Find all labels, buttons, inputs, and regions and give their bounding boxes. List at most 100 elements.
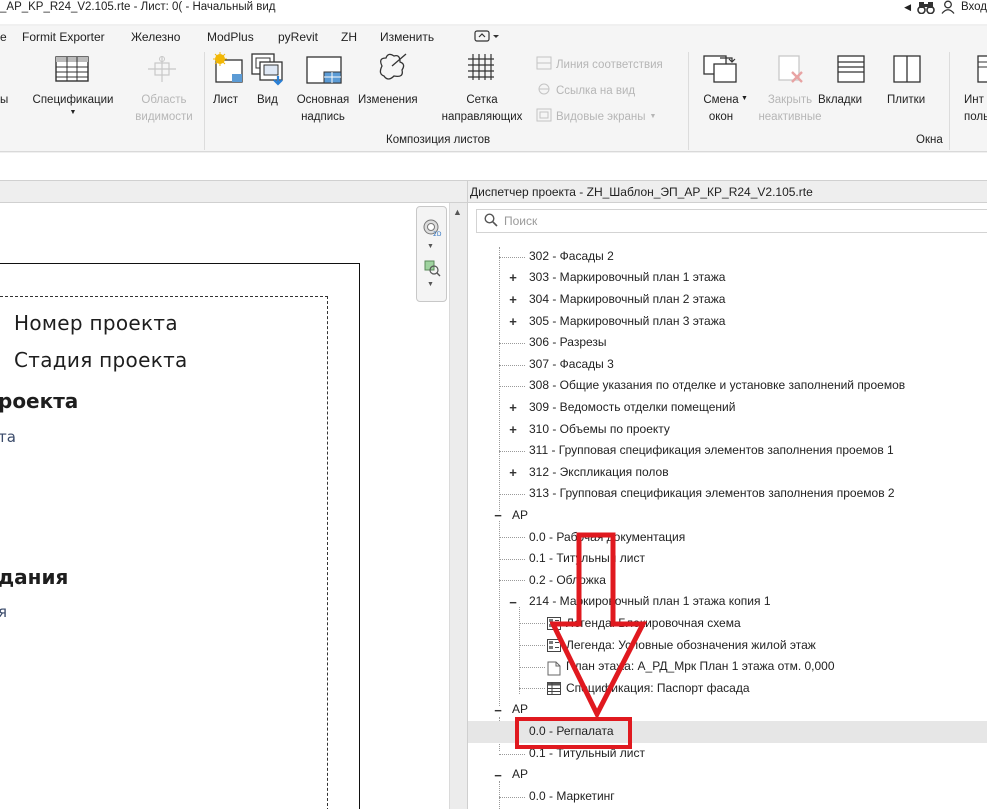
- new-sheet-button[interactable]: Лист: [213, 92, 238, 109]
- tree-guide: [519, 667, 545, 668]
- guide-grid-icon: [466, 52, 496, 85]
- collapse-minus-icon[interactable]: −: [493, 704, 503, 718]
- tree-guide: [499, 754, 525, 755]
- switch-windows-icon: [702, 54, 738, 87]
- sheet-icon: [212, 52, 246, 87]
- dropdown-arrow-icon: ▼: [649, 113, 657, 120]
- window-title: _AP_KP_R24_V2.105.rte - Лист: 0( - Начал…: [0, 1, 276, 13]
- tree-item-sheet[interactable]: 0.0 - Маркетинг: [529, 786, 615, 808]
- panel-toggle-icon[interactable]: [474, 29, 502, 46]
- matchline-icon: [536, 56, 552, 73]
- revisions-button[interactable]: Изменения: [358, 92, 418, 109]
- tree-guide: [499, 257, 525, 258]
- project-browser-title: Диспетчер проекта - ZH_Шаблон_ЭП_АР_КР_R…: [468, 181, 987, 203]
- schedule-table-icon: [55, 56, 89, 85]
- navigation-bar[interactable]: 2D ▼ ▼: [416, 206, 447, 302]
- place-view-icon: [250, 52, 286, 89]
- viewports-button[interactable]: Видовые экраны ▼: [536, 108, 656, 125]
- expand-plus-icon[interactable]: +: [508, 423, 518, 437]
- drawing-text-fragment: та: [0, 428, 16, 446]
- annotation-arrow-icon: [550, 532, 648, 718]
- tab-views-button[interactable]: Вкладки: [818, 92, 862, 109]
- tab-partial[interactable]: е: [0, 30, 7, 44]
- dropdown-arrow-icon[interactable]: ▼: [427, 281, 434, 288]
- vertical-scrollbar[interactable]: ▲: [449, 203, 467, 809]
- partial-button[interactable]: ы: [0, 92, 8, 109]
- tab-zh[interactable]: ZH: [341, 30, 357, 44]
- drawing-text-fragment: я: [0, 603, 8, 621]
- ribbon-panel: ы Спецификации ▼ Область видимости Лист …: [0, 48, 987, 152]
- tree-item-sheet[interactable]: 311 - Групповая спецификация элементов з…: [529, 440, 894, 462]
- expand-plus-icon[interactable]: +: [508, 315, 518, 329]
- tab-pyrevit[interactable]: pyRevit: [278, 30, 318, 44]
- tab-modify[interactable]: Изменить: [380, 30, 434, 44]
- switch-windows-button[interactable]: Смена окон: [700, 92, 742, 126]
- view-tab-strip: [0, 181, 467, 203]
- collapse-minus-icon[interactable]: −: [493, 769, 503, 783]
- tree-item-sheet[interactable]: 309 - Ведомость отделки помещений: [529, 397, 735, 419]
- collapse-minus-icon[interactable]: −: [493, 509, 503, 523]
- scroll-up-icon[interactable]: ▲: [453, 207, 462, 217]
- separator: [949, 52, 950, 150]
- group-label-windows: Окна: [916, 134, 943, 146]
- scope-box-button[interactable]: Область видимости: [130, 92, 198, 126]
- close-inactive-button[interactable]: Закрыть неактивные: [753, 92, 827, 126]
- tree-guide: [519, 645, 545, 646]
- zoom-icon[interactable]: [423, 259, 441, 280]
- close-inactive-icon: [776, 54, 806, 87]
- guide-grid-button[interactable]: Сетка направляющих: [435, 92, 529, 126]
- tab-formit-exporter[interactable]: Formit Exporter: [22, 30, 105, 44]
- svg-text:2D: 2D: [433, 231, 442, 238]
- signin-link[interactable]: Вход: [961, 1, 987, 13]
- schedules-button[interactable]: Спецификации ▼: [26, 92, 120, 117]
- tile-views-button[interactable]: Плитки: [887, 92, 925, 109]
- drawing-area[interactable]: ▲ Номер проекта Стадия проекта роекта та…: [0, 181, 467, 809]
- binoculars-icon[interactable]: [917, 1, 935, 14]
- tab-modplus[interactable]: ModPlus: [207, 30, 254, 44]
- tree-guide: [499, 451, 525, 452]
- tree-guide: [499, 386, 525, 387]
- title-block-icon: [306, 56, 342, 87]
- tab-views-icon: [836, 54, 866, 87]
- tree-guide: [519, 607, 520, 694]
- user-icon[interactable]: [941, 0, 955, 14]
- tree-item-sheet[interactable]: 310 - Объемы по проекту: [529, 419, 670, 441]
- tree-item-sheet[interactable]: 306 - Разрезы: [529, 332, 607, 354]
- back-arrow-icon[interactable]: ◀: [904, 2, 911, 13]
- place-view-button[interactable]: Вид: [257, 92, 278, 109]
- expand-plus-icon[interactable]: +: [508, 466, 518, 480]
- view-reference-button[interactable]: Ссылка на вид: [536, 82, 635, 99]
- tree-item-sheet[interactable]: 308 - Общие указания по отделке и устано…: [529, 375, 905, 397]
- tree-item-sheet[interactable]: 305 - Маркировочный план 3 этажа: [529, 311, 725, 333]
- ribbon-tabs: е Formit Exporter Железно ModPlus pyRevi…: [0, 26, 987, 48]
- tree-item-sheet[interactable]: 302 - Фасады 2: [529, 246, 614, 268]
- expand-plus-icon[interactable]: +: [508, 401, 518, 415]
- project-number-label: Номер проекта: [14, 311, 178, 335]
- tree-guide: [499, 537, 525, 538]
- tree-group-ar[interactable]: АР: [512, 505, 528, 527]
- tree-item-sheet[interactable]: 307 - Фасады 3: [529, 354, 614, 376]
- tree-item-sheet[interactable]: 303 - Маркировочный план 1 этажа: [529, 267, 725, 289]
- tree-guide: [499, 521, 500, 706]
- tab-zhelezno[interactable]: Железно: [131, 30, 180, 44]
- collapse-minus-icon[interactable]: −: [508, 596, 518, 610]
- user-interface-button[interactable]: Инт поль: [964, 92, 987, 126]
- title-block-button[interactable]: Основная надпись: [292, 92, 354, 126]
- tree-guide: [499, 494, 525, 495]
- expand-plus-icon[interactable]: +: [508, 293, 518, 307]
- matchline-button[interactable]: Линия соответствия: [536, 56, 663, 73]
- tree-item-sheet[interactable]: 312 - Экспликация полов: [529, 462, 669, 484]
- revisions-icon: [376, 52, 410, 87]
- expand-plus-icon[interactable]: +: [508, 271, 518, 285]
- tree-item-sheet[interactable]: 304 - Маркировочный план 2 этажа: [529, 289, 725, 311]
- view-reference-icon: [536, 82, 552, 99]
- dropdown-arrow-icon: ▼: [69, 109, 77, 116]
- search-input[interactable]: Поиск: [476, 209, 987, 233]
- tree-group-ar[interactable]: АР: [512, 764, 528, 786]
- dropdown-arrow-icon[interactable]: ▼: [427, 243, 434, 250]
- tree-guide: [519, 688, 545, 689]
- tree-item-sheet[interactable]: 313 - Групповая спецификация элементов з…: [529, 483, 895, 505]
- steering-wheel-icon[interactable]: 2D: [422, 217, 442, 242]
- project-name-fragment: роекта: [0, 389, 79, 413]
- tree-guide: [499, 797, 525, 798]
